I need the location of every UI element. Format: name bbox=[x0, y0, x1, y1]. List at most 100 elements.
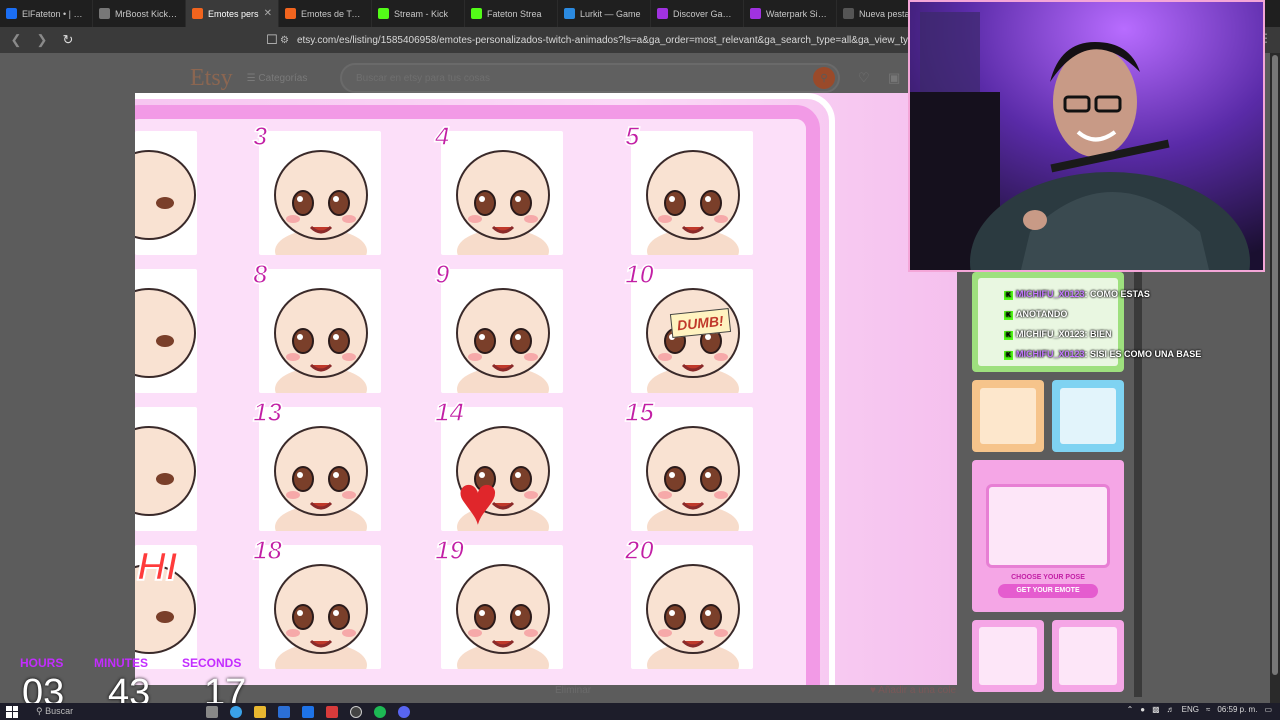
tab-0[interactable]: ElFateton • | Con bbox=[0, 0, 93, 27]
gift-icon[interactable]: ▣ bbox=[888, 70, 900, 86]
emote-face-icon bbox=[135, 288, 196, 378]
tab-6[interactable]: Lurkit — Game bbox=[558, 0, 651, 27]
emote-card bbox=[441, 131, 563, 255]
taskbar-search-label: Buscar bbox=[45, 706, 74, 716]
wifi-icon[interactable]: ≈ bbox=[1206, 705, 1210, 714]
network-icon[interactable]: ▩ bbox=[1152, 705, 1160, 714]
edge-icon[interactable] bbox=[230, 706, 242, 718]
tab-5[interactable]: Fateton Strea bbox=[465, 0, 558, 27]
kinguin-favicon-icon bbox=[657, 8, 668, 19]
site-info-icon[interactable]: ⚙ bbox=[280, 35, 289, 46]
tab-label: ElFateton • | Con bbox=[22, 8, 86, 19]
kick-favicon-icon bbox=[378, 8, 389, 19]
emote-card bbox=[631, 131, 753, 255]
task-view-icon[interactable] bbox=[206, 706, 218, 718]
chevron-up-icon[interactable]: ⌃ bbox=[1127, 705, 1134, 714]
mic-icon[interactable]: ● bbox=[1140, 705, 1145, 714]
etsy-logo[interactable]: Etsy bbox=[190, 65, 233, 92]
emote-number: 19 bbox=[434, 534, 464, 566]
thumb-pink-2[interactable] bbox=[1052, 620, 1124, 692]
chat-text: : SISI ES COMO UNA BASE bbox=[1084, 349, 1202, 359]
tab-7[interactable]: Discover Games bbox=[651, 0, 744, 27]
emote-face-icon bbox=[274, 150, 368, 255]
categories-button[interactable]: ☰ Categorías bbox=[247, 73, 308, 84]
url-field[interactable]: ⚙ etsy.com/es/listing/1585406958/emotes-… bbox=[280, 30, 920, 50]
volume-icon[interactable]: ♬ bbox=[1167, 705, 1175, 714]
taskbar-apps bbox=[200, 706, 416, 718]
hi-text: HI bbox=[136, 544, 178, 590]
heart-icon[interactable]: ♡ bbox=[858, 70, 870, 86]
scroll-thumb[interactable] bbox=[1272, 55, 1278, 675]
file-explorer-icon[interactable] bbox=[254, 706, 266, 718]
emote-sheet-image[interactable]: 3 4 5 8 9 10 13 14 15 18 19 20 DUMB! HI ♥ bbox=[135, 93, 957, 685]
chat-text: : COMO ESTAS bbox=[1084, 289, 1150, 299]
thumb-scrollbar[interactable] bbox=[1134, 272, 1142, 697]
emote-number: 3 bbox=[252, 120, 268, 152]
forward-icon[interactable]: ❯ bbox=[32, 30, 52, 50]
tab-favicon-icon bbox=[6, 8, 17, 19]
chat-text: ANOTANDO bbox=[1016, 309, 1068, 319]
add-to-collection-link[interactable]: ♥ Añadir a una cole bbox=[870, 685, 956, 696]
kick-badge-icon: K bbox=[1004, 331, 1013, 340]
webcam-feed bbox=[910, 2, 1263, 270]
page-scrollbar[interactable] bbox=[1270, 53, 1280, 703]
emote-number: 8 bbox=[252, 258, 268, 290]
tab-1[interactable]: MrBoost Kick Wi bbox=[93, 0, 186, 27]
emote-face-icon bbox=[135, 150, 196, 240]
etsy-favicon-icon bbox=[285, 8, 296, 19]
back-icon[interactable]: ❮ bbox=[6, 30, 26, 50]
thumb-caption-get: GET YOUR EMOTE bbox=[998, 584, 1098, 598]
windows-start-icon[interactable] bbox=[6, 705, 18, 718]
emote-number: 4 bbox=[434, 120, 450, 152]
search-placeholder: Buscar en etsy para tus cosas bbox=[356, 72, 490, 84]
chat-message: K MICHIFU_X0123: COMO ESTAS bbox=[1004, 289, 1150, 300]
tab-favicon-icon bbox=[99, 8, 110, 19]
emote-number: 9 bbox=[434, 258, 450, 290]
tab-label: MrBoost Kick Wi bbox=[115, 8, 179, 19]
kick-badge-icon: K bbox=[1004, 291, 1013, 300]
emote-number: 18 bbox=[252, 534, 282, 566]
tab-4[interactable]: Stream - Kick bbox=[372, 0, 465, 27]
spotify-icon[interactable] bbox=[374, 706, 386, 718]
tab-2[interactable]: Emotes pers ✕ bbox=[186, 0, 279, 27]
taskbar-search[interactable]: ⚲ Buscar bbox=[36, 706, 136, 717]
search-icon[interactable]: ⚲ bbox=[813, 67, 835, 89]
app-icon[interactable] bbox=[302, 706, 314, 718]
emote-face-icon bbox=[274, 288, 368, 393]
thumb-pink-1[interactable] bbox=[972, 620, 1044, 692]
add-to-collection-label: Añadir a una cole bbox=[878, 685, 957, 696]
discord-icon[interactable] bbox=[398, 706, 410, 718]
etsy-search-input[interactable]: Buscar en etsy para tus cosas ⚲ bbox=[340, 63, 840, 93]
tab-label: Stream - Kick bbox=[394, 8, 449, 19]
thumb-pink-large[interactable]: CHOOSE YOUR POSE GET YOUR EMOTE bbox=[972, 460, 1124, 612]
bookmark-icon[interactable]: ☐ bbox=[262, 30, 282, 50]
emote-number: 10 bbox=[624, 258, 654, 290]
delete-link[interactable]: Eliminar bbox=[555, 685, 591, 696]
chat-user: MICHIFU_X0123 bbox=[1016, 289, 1085, 299]
tab-8[interactable]: Waterpark Simul bbox=[744, 0, 837, 27]
kick-favicon-icon bbox=[471, 8, 482, 19]
obs-icon[interactable] bbox=[350, 706, 362, 718]
chat-text: MICHIFU_X0123: BIEN bbox=[1016, 329, 1112, 339]
close-tab-icon[interactable]: ✕ bbox=[264, 8, 272, 19]
brave-icon[interactable] bbox=[326, 706, 338, 718]
tab-label: Lurkit — Game bbox=[580, 8, 641, 19]
emote-card bbox=[441, 269, 563, 393]
emote-face-icon bbox=[135, 426, 196, 516]
language-indicator[interactable]: ENG bbox=[1182, 705, 1199, 714]
hours-label: HOURS bbox=[20, 656, 64, 670]
reload-icon[interactable]: ↻ bbox=[58, 30, 78, 50]
thumb-orange[interactable] bbox=[972, 380, 1044, 452]
taskbar: ⚲ Buscar ⌃ ● ▩ ♬ ENG ≈ 06:59 p. m. ▭ bbox=[0, 703, 1280, 720]
emote-number: 13 bbox=[252, 396, 282, 428]
thumb-blue[interactable] bbox=[1052, 380, 1124, 452]
system-tray: ⌃ ● ▩ ♬ ENG ≈ 06:59 p. m. ▭ bbox=[1127, 705, 1272, 714]
outlook-icon[interactable] bbox=[278, 706, 290, 718]
clock[interactable]: 06:59 p. m. bbox=[1217, 705, 1257, 714]
categories-label: Categorías bbox=[258, 72, 308, 84]
emote-face-icon bbox=[646, 150, 740, 255]
tab-3[interactable]: Emotes de Twitch bbox=[279, 0, 372, 27]
emote-card-partial bbox=[135, 269, 197, 393]
emote-card-partial bbox=[135, 131, 197, 255]
notification-icon[interactable]: ▭ bbox=[1264, 705, 1272, 714]
